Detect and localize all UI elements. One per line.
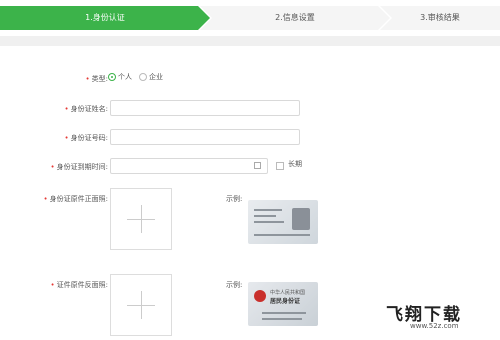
id-number-label: • 身份证号码: [64, 134, 109, 142]
name-input[interactable] [110, 100, 300, 116]
watermark: 飞翔下载 www.52z.com [386, 300, 494, 334]
national-emblem-icon [254, 290, 266, 302]
longterm-label: 长期 [288, 160, 302, 168]
id-number-input[interactable] [110, 129, 300, 145]
progress-stepper: 1.身份认证 2.信息设置 3.审核结果 [0, 6, 500, 30]
back-photo-label: • 证件原件反面照: [50, 281, 109, 289]
step-label: 2.信息设置 [275, 13, 315, 22]
front-photo-label: • 身份证原件正面照: [43, 195, 109, 203]
step-label: 3.审核结果 [420, 13, 460, 22]
radio-option-enterprise[interactable]: 企业 [139, 72, 163, 82]
longterm-checkbox[interactable] [276, 162, 284, 170]
type-radio-group: 个人 企业 [108, 72, 167, 82]
example-label: 示例: [226, 195, 243, 203]
step-info-settings: 2.信息设置 [200, 6, 390, 30]
front-photo-upload[interactable] [110, 188, 172, 250]
sample-id-back-image: 中华人民共和国 居民身份证 [248, 282, 318, 326]
calendar-icon[interactable] [254, 162, 261, 169]
back-photo-upload[interactable] [110, 274, 172, 336]
step-label: 1.身份认证 [85, 13, 125, 22]
watermark-url: www.52z.com [410, 322, 459, 330]
radio-option-personal[interactable]: 个人 [108, 72, 132, 82]
radio-unselected-icon[interactable] [139, 73, 147, 81]
id-photo [292, 208, 310, 230]
section-divider [0, 36, 500, 46]
expiry-date-input[interactable] [110, 158, 268, 174]
example-label: 示例: [226, 281, 243, 289]
radio-selected-icon[interactable] [108, 73, 116, 81]
step-identity-verification: 1.身份认证 [0, 6, 210, 30]
type-label: • 类型: [85, 75, 109, 83]
step-review-result: 3.审核结果 [380, 6, 500, 30]
expiry-label: • 身份证到期时间: [50, 163, 109, 171]
sample-id-front-image [248, 200, 318, 244]
name-label: • 身份证姓名: [64, 105, 109, 113]
